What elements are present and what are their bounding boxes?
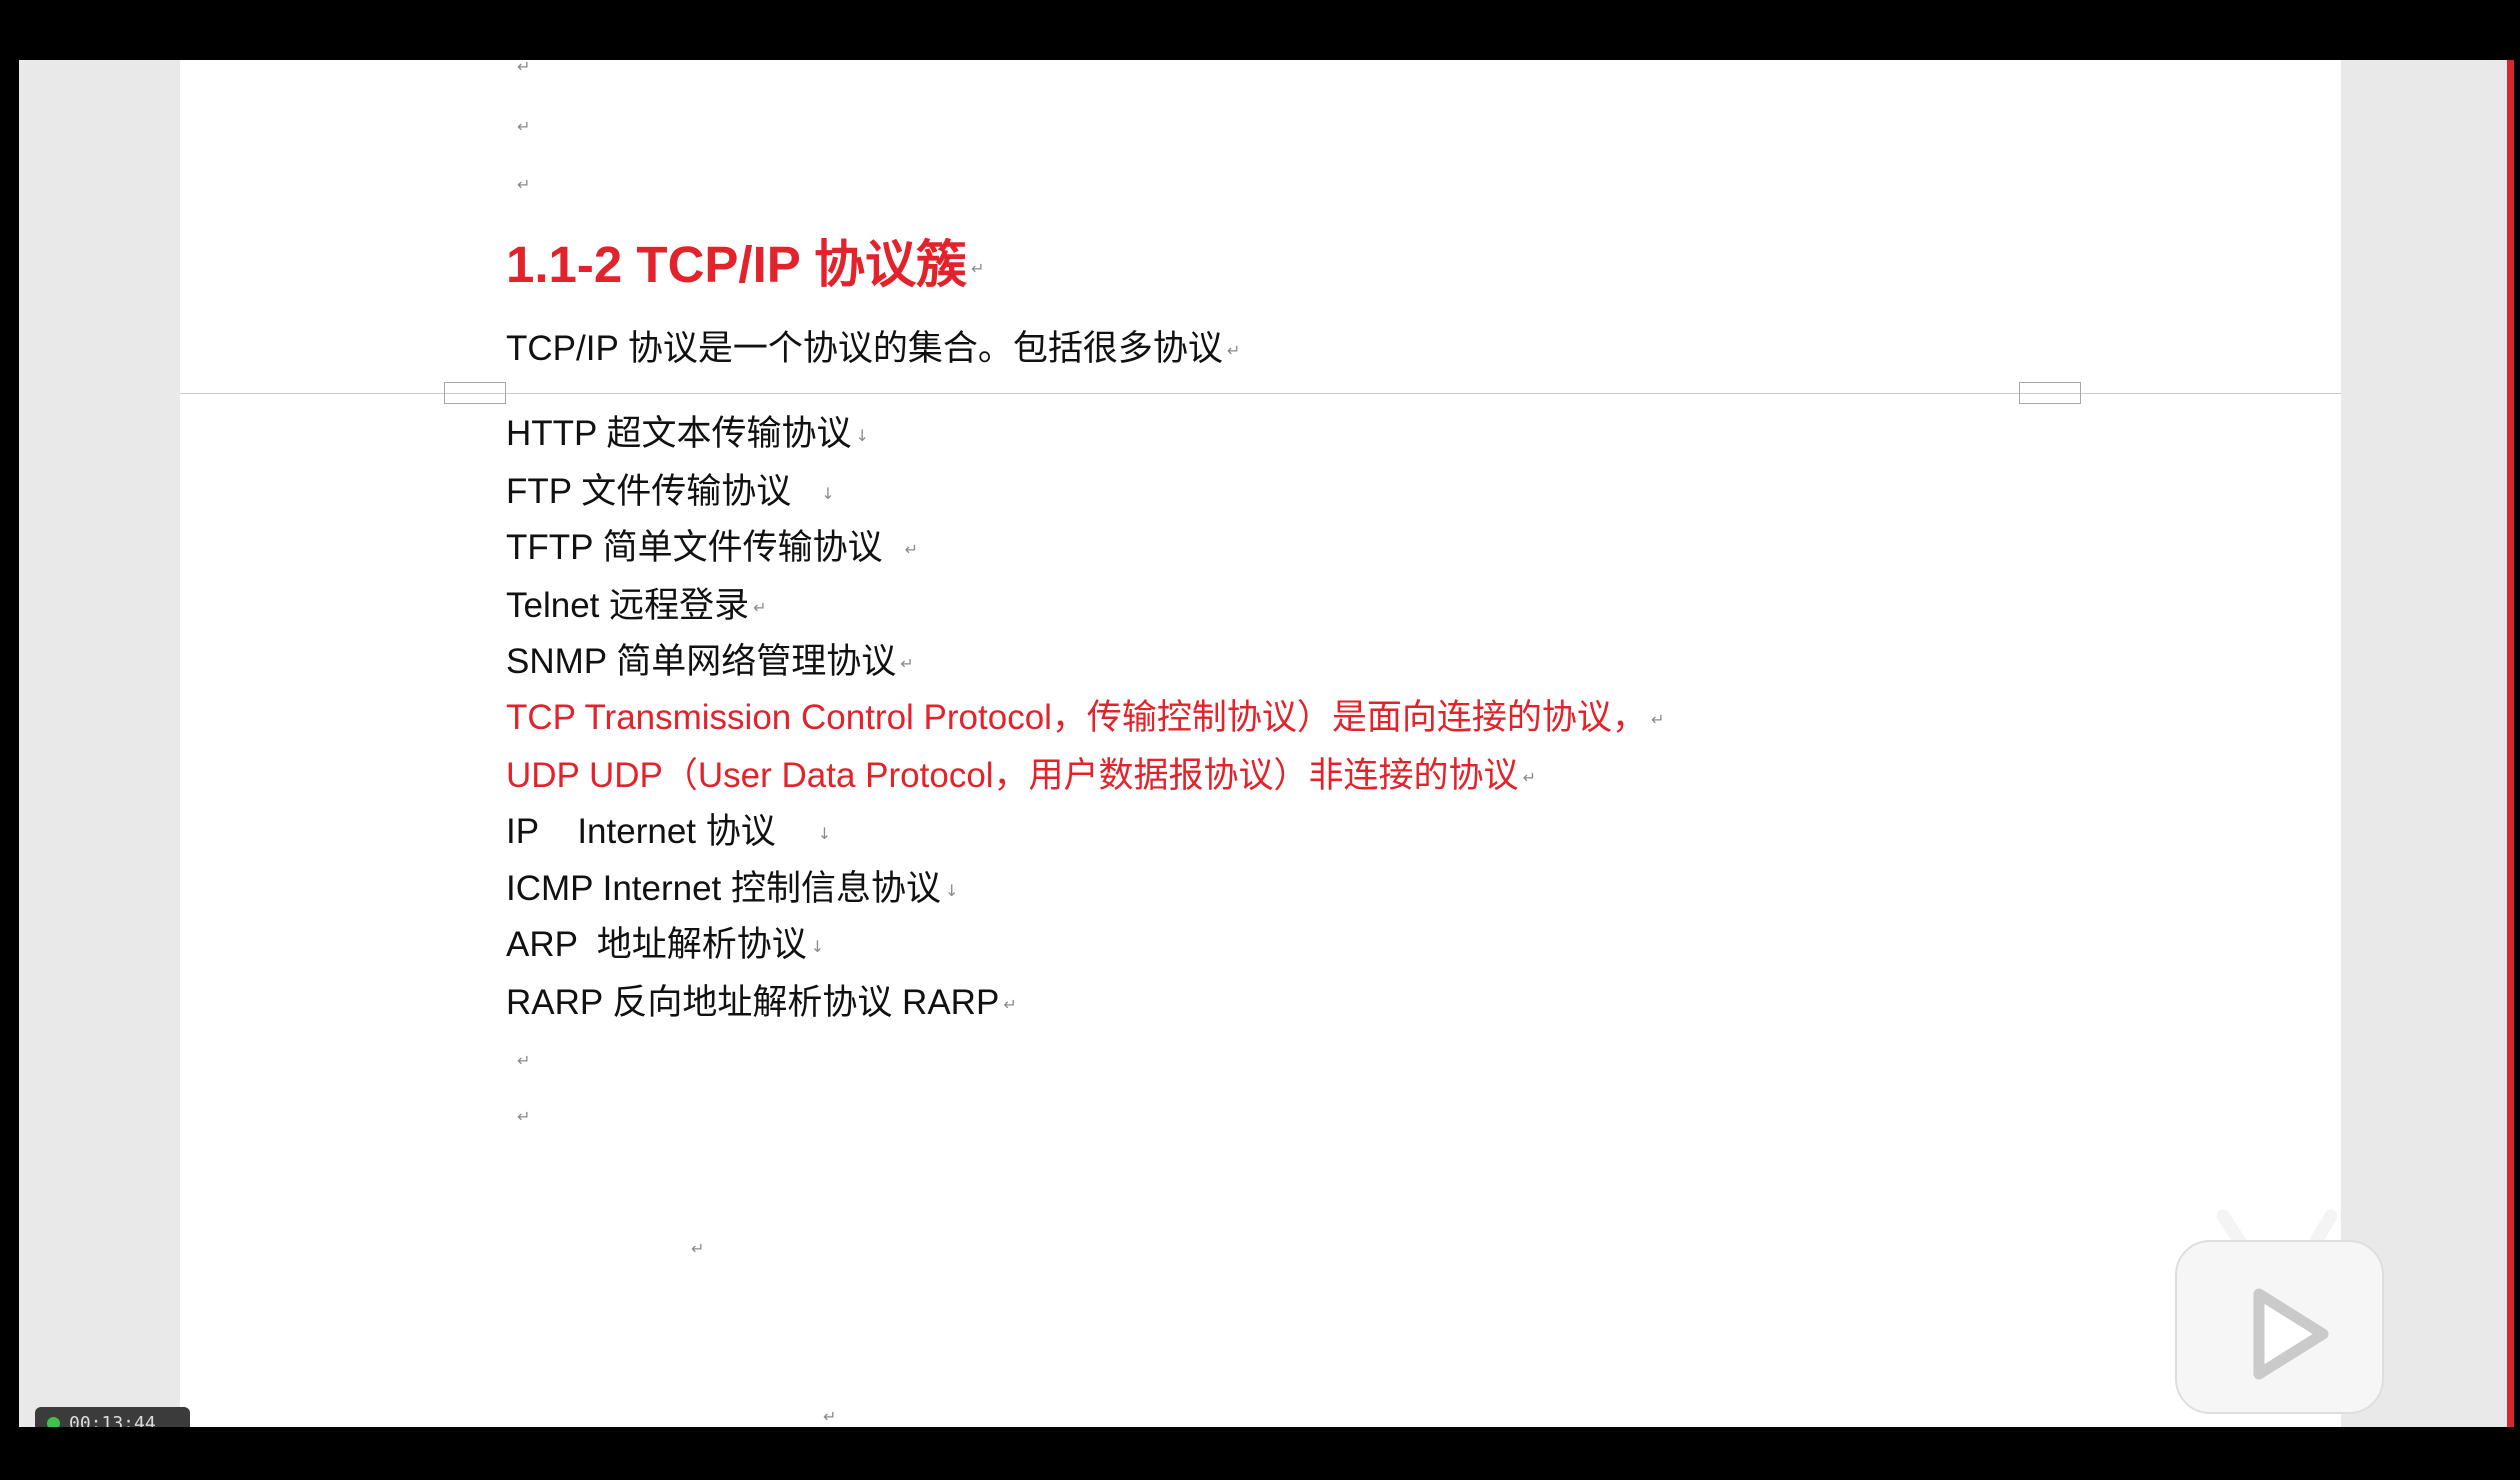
paragraph-mark: ↵ — [900, 653, 914, 673]
protocol-line-ip: IP Internet 协议 ↓ — [506, 804, 831, 862]
line-break-mark: ↓ — [821, 483, 835, 503]
protocol-text: ARP 地址解析协议 — [506, 925, 807, 964]
paragraph-mark: ↵ — [753, 597, 767, 617]
protocol-line-snmp: SNMP 简单网络管理协议 ↵ — [506, 634, 914, 692]
protocol-line-udp: UDP UDP（User Data Protocol，用户数据报协议）非连接的协… — [506, 748, 1536, 806]
empty-paragraph-mark: ↵ — [691, 1239, 705, 1258]
line-break-mark: ↓ — [945, 880, 959, 900]
protocol-line-ftp: FTP 文件传输协议 ↓ — [506, 464, 835, 522]
section-heading-text: 1.1-2 TCP/IP 协议簇 — [506, 236, 968, 293]
section-heading: 1.1-2 TCP/IP 协议簇 ↵ — [506, 230, 984, 304]
protocol-text: FTP 文件传输协议 — [506, 472, 792, 511]
protocol-line-icmp: ICMP Internet 控制信息协议 ↓ — [506, 861, 958, 919]
paragraph-mark: ↵ — [1650, 709, 1665, 729]
margin-corner-mark-left — [444, 382, 506, 404]
protocol-line-arp: ARP 地址解析协议 ↓ — [506, 917, 824, 975]
bottom-letterbox-bar — [0, 1427, 2520, 1480]
paragraph-mark: ↵ — [1522, 767, 1536, 787]
protocol-text: ICMP Internet 控制信息协议 — [506, 869, 942, 908]
protocol-line-tcp: TCP Transmission Control Protocol，传输控制协议… — [506, 690, 1664, 748]
paragraph-mark: ↵ — [1226, 340, 1241, 360]
protocol-text: Telnet 远程登录 — [506, 586, 750, 625]
empty-paragraph-mark: ↵ — [517, 1051, 531, 1070]
empty-paragraph-mark: ↵ — [517, 57, 531, 76]
protocol-text: IP Internet 协议 — [506, 812, 776, 851]
paragraph-mark: ↵ — [971, 258, 985, 278]
protocol-line-telnet: Telnet 远程登录 ↵ — [506, 578, 767, 636]
protocol-line-rarp: RARP 反向地址解析协议 RARP ↵ — [506, 975, 1017, 1033]
right-edge-strip — [2507, 60, 2514, 1427]
protocol-text-highlighted: UDP UDP（User Data Protocol，用户数据报协议）非连接的协… — [506, 756, 1519, 795]
paragraph-mark: ↵ — [904, 539, 918, 559]
empty-paragraph-mark: ↵ — [517, 117, 531, 136]
margin-corner-mark-right — [2019, 382, 2081, 404]
line-break-mark: ↓ — [855, 425, 869, 445]
protocol-text: HTTP 超文本传输协议 — [506, 414, 852, 453]
intro-line: TCP/IP 协议是一个协议的集合。包括很多协议 ↵ — [506, 321, 1240, 379]
top-letterbox-bar — [0, 0, 2520, 60]
protocol-text-highlighted: TCP Transmission Control Protocol，传输控制协议… — [506, 698, 1647, 737]
empty-paragraph-mark: ↵ — [823, 1407, 837, 1426]
intro-text: TCP/IP 协议是一个协议的集合。包括很多协议 — [506, 329, 1223, 368]
protocol-line-http: HTTP 超文本传输协议 ↓ — [506, 406, 869, 464]
protocol-text: RARP 反向地址解析协议 RARP — [506, 983, 1000, 1022]
protocol-text: TFTP 简单文件传输协议 — [506, 528, 883, 567]
line-break-mark: ↓ — [810, 936, 825, 956]
empty-paragraph-mark: ↵ — [517, 1107, 531, 1126]
protocol-text: SNMP 简单网络管理协议 — [506, 642, 897, 681]
paragraph-mark: ↵ — [1003, 994, 1017, 1014]
tv-play-logo-icon[interactable] — [2173, 1206, 2386, 1419]
protocol-line-tftp: TFTP 简单文件传输协议 ↵ — [506, 520, 918, 578]
empty-paragraph-mark: ↵ — [517, 175, 531, 194]
line-break-mark: ↓ — [817, 823, 832, 843]
